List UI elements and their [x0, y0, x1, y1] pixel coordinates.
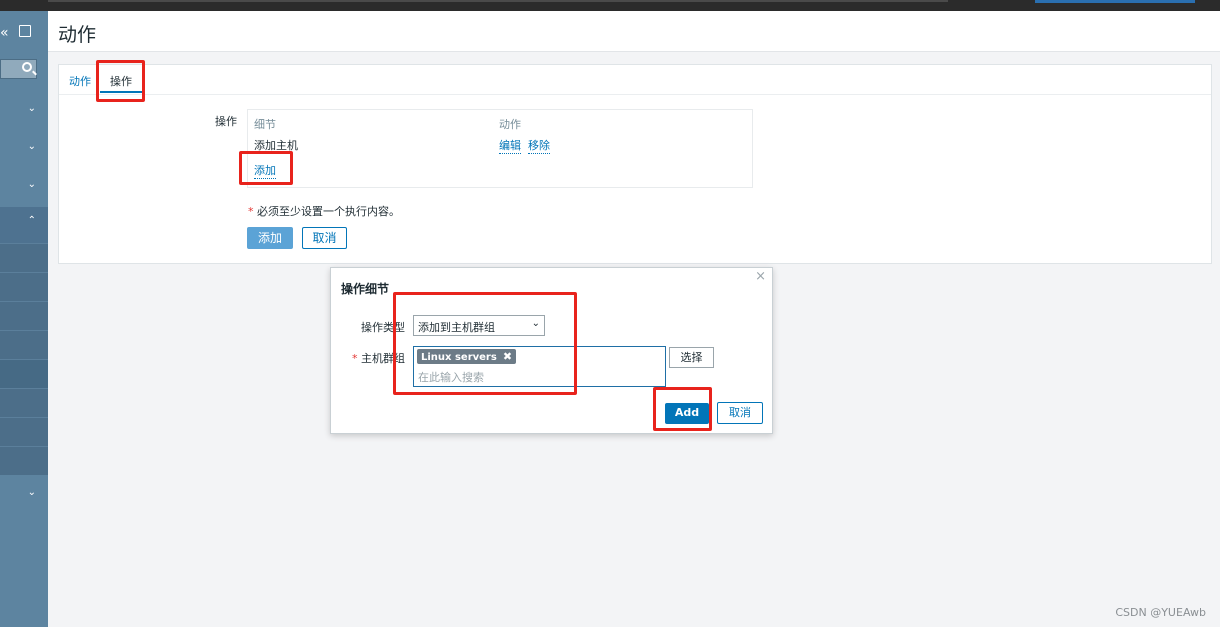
sidebar-menu-active[interactable]: ⌃: [0, 207, 48, 243]
top-accent: [1035, 0, 1195, 3]
sidebar-subitem[interactable]: [0, 301, 48, 330]
kiosk-mode-icon[interactable]: [19, 25, 31, 37]
selected-group-tag: Linux servers ✖: [417, 349, 517, 364]
sidebar-menu-4[interactable]: ⌄: [0, 479, 48, 509]
edit-link[interactable]: 编辑: [499, 137, 521, 154]
collapse-sidebar-icon[interactable]: «: [0, 25, 9, 41]
sidebar-subitem[interactable]: [0, 272, 48, 301]
sidebar-subitem[interactable]: [0, 446, 48, 475]
host-group-label: * 主机群组: [331, 350, 405, 366]
operation-type-label: 操作类型: [361, 321, 405, 334]
dialog-add-button[interactable]: Add: [665, 403, 709, 424]
tab-bar: 动作 操作: [59, 65, 1211, 95]
top-strip: [0, 0, 1220, 11]
chevron-down-icon: ⌄: [27, 103, 36, 114]
search-icon[interactable]: [22, 62, 32, 72]
operations-table: 细节 动作 添加主机 编辑 移除 添加: [247, 109, 753, 188]
tab-action[interactable]: 动作: [69, 73, 91, 89]
sidebar-search-input[interactable]: [0, 59, 37, 79]
sidebar-menu-2[interactable]: ⌄: [0, 133, 48, 163]
dialog-title: 操作细节: [341, 282, 390, 296]
sidebar-subitem[interactable]: [0, 417, 48, 446]
action-form-card: 动作 操作 操作 细节 动作 添加主机 编辑 移除 添加 * 必须至少设置一个执…: [58, 64, 1212, 264]
required-star: *: [248, 205, 254, 218]
remove-link[interactable]: 移除: [528, 137, 550, 154]
watermark: CSDN @YUEAwb: [1115, 606, 1206, 619]
chevron-down-icon: ⌄: [27, 487, 36, 498]
page-header: 动作: [48, 11, 1220, 52]
host-group-search-input[interactable]: 在此输入搜索: [418, 369, 484, 385]
column-header-details: 细节: [254, 118, 276, 131]
page-title: 动作: [58, 24, 97, 46]
close-icon[interactable]: ×: [755, 269, 766, 284]
operation-type-select[interactable]: 添加到主机群组 ⌄: [413, 315, 545, 336]
add-button[interactable]: 添加: [247, 227, 293, 249]
tab-operations[interactable]: 操作: [100, 73, 142, 93]
required-note: * 必须至少设置一个执行内容。: [248, 203, 400, 219]
host-group-label-text: 主机群组: [361, 352, 405, 365]
host-group-multiselect[interactable]: Linux servers ✖ 在此输入搜索: [413, 346, 666, 387]
dialog-cancel-button[interactable]: 取消: [717, 402, 763, 424]
sidebar-subitem[interactable]: [0, 388, 48, 417]
sidebar-menu-3[interactable]: ⌄: [0, 171, 48, 201]
sidebar-top: «: [0, 11, 48, 55]
operation-type-value: 添加到主机群组: [418, 321, 495, 334]
chevron-down-icon: ⌄: [27, 141, 36, 152]
sidebar-subitem[interactable]: [0, 330, 48, 359]
column-header-action: 动作: [499, 118, 521, 131]
operations-label: 操作: [215, 115, 237, 128]
required-note-text: 必须至少设置一个执行内容。: [257, 205, 400, 218]
chevron-down-icon: ⌄: [27, 179, 36, 190]
required-star: *: [352, 352, 361, 365]
sidebar: « ⌄ ⌄ ⌄ ⌃ ⌄: [0, 11, 48, 627]
cancel-button[interactable]: 取消: [302, 227, 347, 249]
chevron-down-icon: ⌄: [531, 318, 540, 329]
sidebar-subitem[interactable]: [0, 243, 48, 272]
add-operation-link[interactable]: 添加: [254, 162, 276, 179]
operation-detail: 添加主机: [254, 139, 298, 152]
remove-tag-icon[interactable]: ✖: [503, 350, 512, 363]
top-band: [48, 0, 948, 2]
selected-group-tag-label: Linux servers: [421, 352, 497, 363]
select-button[interactable]: 选择: [669, 347, 714, 368]
operation-details-dialog: 操作细节 × 操作类型 添加到主机群组 ⌄ * 主机群组 Linux serve…: [330, 267, 773, 434]
chevron-up-icon: ⌃: [27, 215, 36, 226]
sidebar-subitem[interactable]: [0, 359, 48, 388]
sidebar-menu-1[interactable]: ⌄: [0, 95, 48, 125]
